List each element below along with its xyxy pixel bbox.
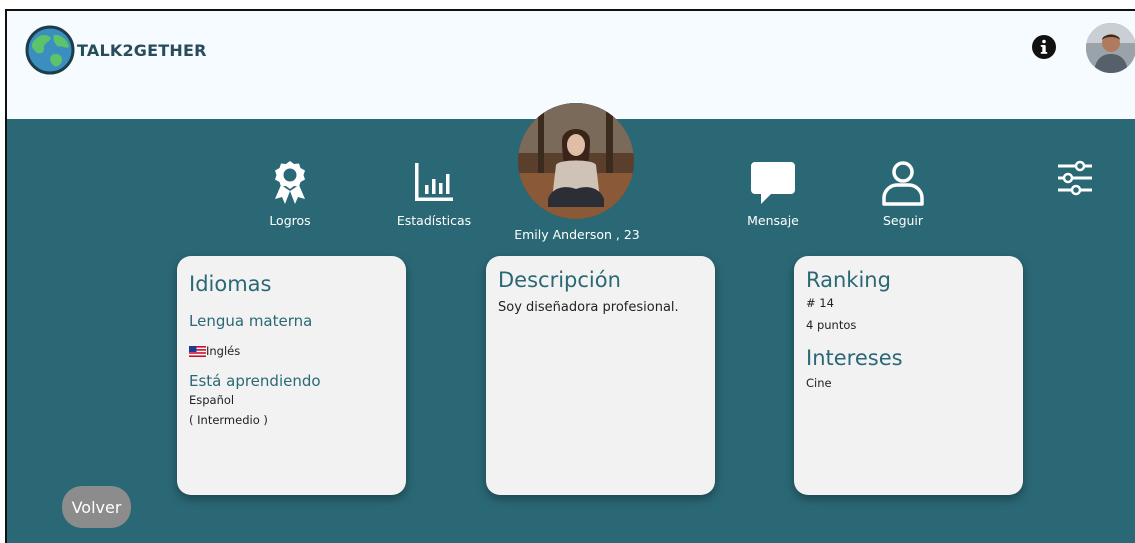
languages-title: Idiomas <box>189 272 272 296</box>
ranking-points: 4 puntos <box>806 318 857 332</box>
brand-name: TALK2GETHER <box>77 40 207 60</box>
message-button[interactable]: Mensaje <box>743 159 803 228</box>
avatar-image <box>1086 23 1135 73</box>
description-text: Soy diseñadora profesional. <box>498 300 679 315</box>
chat-bubble-icon <box>751 162 795 204</box>
statistics-label: Estadísticas <box>396 213 472 228</box>
profile-photo <box>518 103 634 219</box>
user-icon <box>882 161 924 206</box>
languages-card: Idiomas Lengua materna Inglés Está apren… <box>177 256 406 495</box>
native-language: Inglés <box>206 344 241 358</box>
achievements-button[interactable]: Logros <box>260 159 320 228</box>
us-flag-icon <box>189 345 206 357</box>
description-card: Descripción Soy diseñadora profesional. <box>486 256 715 495</box>
bar-chart-icon <box>415 163 453 201</box>
follow-label: Seguir <box>882 213 924 228</box>
ranking-title: Ranking <box>806 268 891 292</box>
follow-button[interactable]: Seguir <box>873 159 933 228</box>
ranking-card: Ranking # 14 4 puntos Intereses Cine <box>794 256 1023 495</box>
award-icon <box>275 161 305 204</box>
native-language-row: Inglés <box>189 344 394 358</box>
profile-name-age: Emily Anderson , 23 <box>514 227 640 242</box>
sliders-icon[interactable] <box>1056 159 1094 197</box>
message-label: Mensaje <box>747 213 799 228</box>
info-icon[interactable] <box>1032 35 1056 59</box>
statistics-button[interactable]: Estadísticas <box>389 159 479 228</box>
native-language-heading: Lengua materna <box>189 312 313 330</box>
globe-icon <box>25 25 75 75</box>
learning-language-heading: Está aprendiendo <box>189 372 321 390</box>
app-frame: TALK2GETHER Logros Estadísticas Mensaje … <box>5 9 1135 543</box>
description-title: Descripción <box>498 268 621 292</box>
brand-logo[interactable]: TALK2GETHER <box>25 25 207 75</box>
learning-language: Español <box>189 393 235 407</box>
interests-title: Intereses <box>806 346 903 370</box>
learning-level: ( Intermedio ) <box>189 413 268 427</box>
interests-list: Cine <box>806 376 832 390</box>
profile-image <box>518 103 634 219</box>
user-avatar[interactable] <box>1086 23 1135 73</box>
back-button[interactable]: Volver <box>62 486 131 528</box>
achievements-label: Logros <box>269 213 311 228</box>
ranking-position: # 14 <box>806 296 834 310</box>
